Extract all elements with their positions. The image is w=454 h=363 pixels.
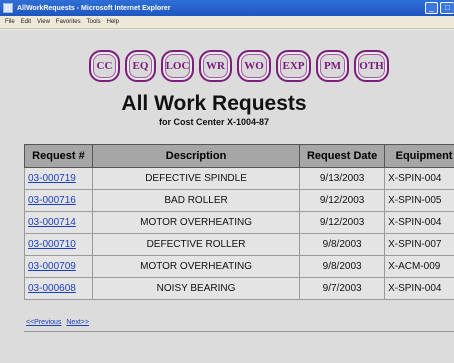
table-row: 03-000716 BAD ROLLER 9/12/2003 X-SPIN-00… [24, 189, 454, 212]
description-cell: MOTOR OVERHEATING [91, 255, 301, 278]
nav-button-oth[interactable]: OTH [354, 50, 389, 82]
menu-edit[interactable]: Edit [21, 19, 31, 25]
description-cell: DEFECTIVE ROLLER [91, 233, 301, 256]
window-title: AllWorkRequests - Microsoft Internet Exp… [17, 4, 171, 12]
maximize-button[interactable]: □ [440, 2, 454, 14]
page-title: All Work Requests [121, 92, 307, 115]
nav-button-exp[interactable]: EXP [276, 50, 311, 82]
request-link[interactable]: 03-000709 [24, 255, 93, 278]
nav-button-wr[interactable]: WR [199, 50, 232, 82]
minimize-button[interactable]: _ [425, 2, 438, 14]
nav-button-bar: CC EQ LOC WR WO EXP PM OTH [89, 50, 394, 82]
request-link[interactable]: 03-000716 [24, 189, 93, 212]
description-cell: DEFECTIVE SPINDLE [91, 167, 301, 190]
request-date-cell: 9/13/2003 [299, 167, 386, 190]
title-bar: AllWorkRequests - Microsoft Internet Exp… [0, 0, 454, 16]
column-header-equipment[interactable]: Equipment [384, 144, 454, 168]
previous-link[interactable]: <<Previous [26, 319, 61, 326]
divider [24, 331, 454, 332]
equipment-cell: X-SPIN-007 [384, 233, 454, 256]
table-row: 03-000710 DEFECTIVE ROLLER 9/8/2003 X-SP… [24, 233, 454, 256]
nav-button-wo[interactable]: WO [237, 50, 271, 82]
equipment-cell: X-SPIN-005 [384, 189, 454, 212]
menu-tools[interactable]: Tools [87, 19, 101, 25]
page-subtitle: for Cost Center X-1004-87 [158, 117, 270, 127]
column-header-request-date[interactable]: Request Date [299, 144, 386, 168]
menu-help[interactable]: Help [107, 19, 119, 25]
nav-button-eq[interactable]: EQ [125, 50, 156, 82]
request-date-cell: 9/8/2003 [299, 233, 386, 256]
request-date-cell: 9/8/2003 [299, 255, 386, 278]
menu-view[interactable]: View [37, 19, 50, 25]
table-header-row: Request # Description Request Date Equip… [24, 144, 454, 168]
menu-file[interactable]: File [5, 19, 15, 25]
request-date-cell: 9/12/2003 [299, 211, 386, 234]
menu-bar: File Edit View Favorites Tools Help [0, 16, 454, 29]
request-link[interactable]: 03-000710 [24, 233, 93, 256]
table-row: 03-000709 MOTOR OVERHEATING 9/8/2003 X-A… [24, 255, 454, 278]
next-link[interactable]: Next>> [66, 319, 89, 326]
column-header-description[interactable]: Description [91, 144, 301, 168]
request-date-cell: 9/12/2003 [299, 189, 386, 212]
nav-button-pm[interactable]: PM [316, 50, 349, 82]
page-content: CC EQ LOC WR WO EXP PM OTH All Work Requ… [0, 30, 454, 363]
table-row: 03-000714 MOTOR OVERHEATING 9/12/2003 X-… [24, 211, 454, 234]
nav-button-loc[interactable]: LOC [161, 50, 194, 82]
request-date-cell: 9/7/2003 [299, 277, 386, 300]
table-row: 03-000608 NOISY BEARING 9/7/2003 X-SPIN-… [24, 277, 454, 300]
request-link[interactable]: 03-000719 [24, 167, 93, 190]
pager: <<Previous Next>> [26, 319, 92, 326]
description-cell: NOISY BEARING [91, 277, 301, 300]
column-header-request[interactable]: Request # [24, 144, 93, 168]
work-requests-table: Request # Description Request Date Equip… [24, 144, 454, 300]
equipment-cell: X-ACM-009 [384, 255, 454, 278]
table-row: 03-000719 DEFECTIVE SPINDLE 9/13/2003 X-… [24, 167, 454, 190]
request-link[interactable]: 03-000608 [24, 277, 93, 300]
description-cell: MOTOR OVERHEATING [91, 211, 301, 234]
request-link[interactable]: 03-000714 [24, 211, 93, 234]
description-cell: BAD ROLLER [91, 189, 301, 212]
ie-icon [3, 3, 13, 13]
equipment-cell: X-SPIN-004 [384, 277, 454, 300]
nav-button-cc[interactable]: CC [89, 50, 120, 82]
equipment-cell: X-SPIN-004 [384, 167, 454, 190]
menu-favorites[interactable]: Favorites [56, 19, 81, 25]
equipment-cell: X-SPIN-004 [384, 211, 454, 234]
